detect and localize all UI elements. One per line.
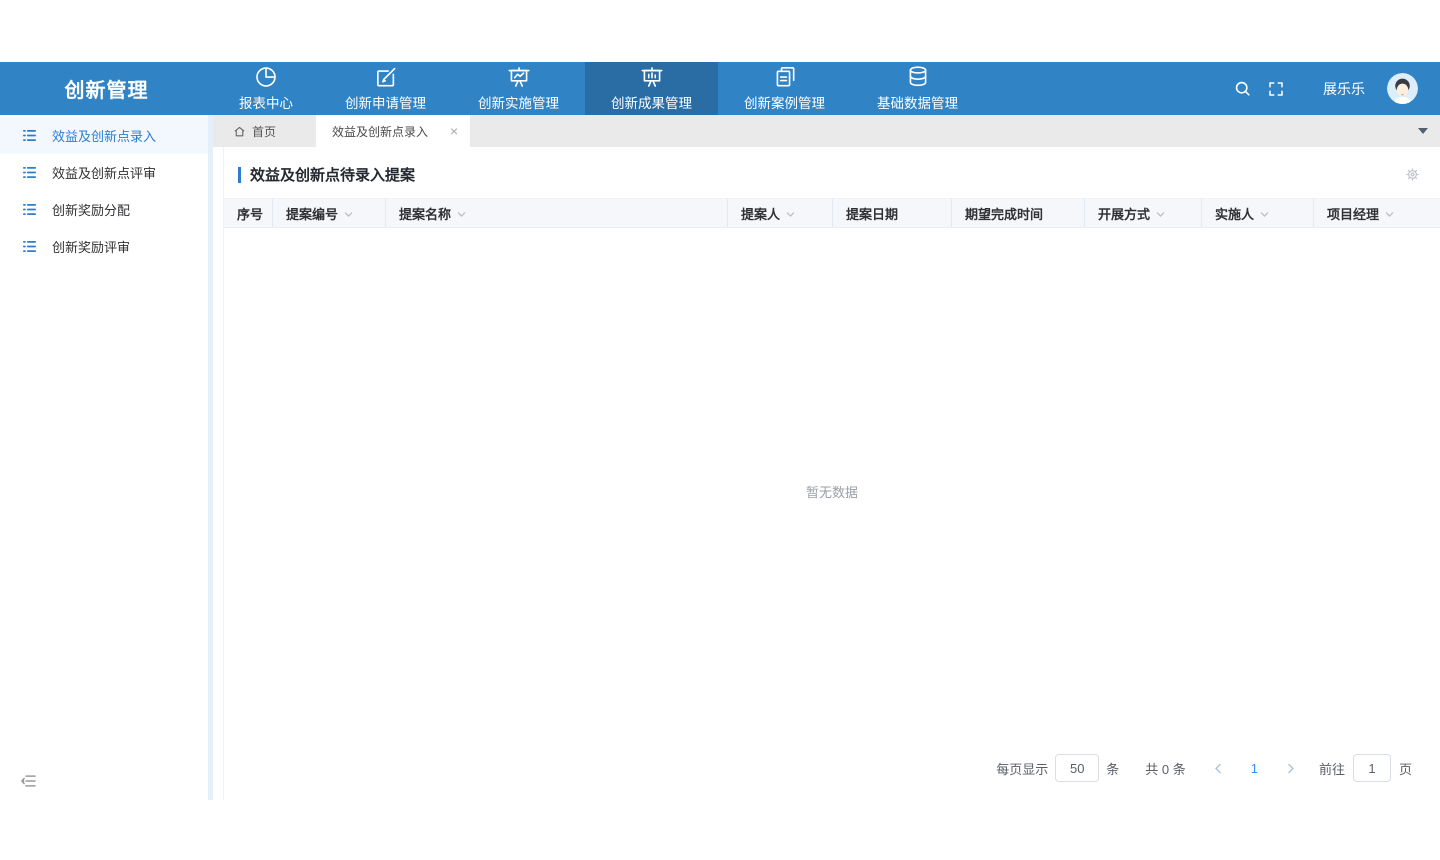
topnav-item-label: 报表中心 xyxy=(239,92,293,112)
topnav-item[interactable]: 创新申请管理 xyxy=(319,62,452,115)
workspace: 效益及创新点录入 效益及创新点评审 创新奖励分配 创新奖励评审 xyxy=(0,115,1440,800)
column-header[interactable]: 实施人 xyxy=(1202,199,1314,227)
sidebar-menu: 效益及创新点录入 效益及创新点评审 创新奖励分配 创新奖励评审 xyxy=(0,117,208,265)
column-header-label: 提案编号 xyxy=(286,204,338,223)
current-user-name[interactable]: 展乐乐 xyxy=(1323,79,1365,99)
page-size-unit: 条 xyxy=(1106,759,1119,778)
column-header[interactable]: 序号 xyxy=(224,199,273,227)
goto-page-input[interactable] xyxy=(1353,754,1391,782)
table-header-row: 序号 提案编号 提案名称 提案人 提案日期 期望完成时间 开展方式 实施人 xyxy=(224,198,1440,228)
list-icon xyxy=(21,238,38,255)
panel-title-row: 效益及创新点待录入提案 xyxy=(224,147,1440,194)
column-header[interactable]: 提案人 xyxy=(728,199,833,227)
search-icon[interactable] xyxy=(1233,79,1253,99)
topbar-right-area: 展乐乐 xyxy=(1219,62,1440,115)
sort-caret-icon xyxy=(1384,209,1395,220)
sort-caret-icon xyxy=(343,209,354,220)
column-header[interactable]: 提案名称 xyxy=(386,199,728,227)
documents-icon xyxy=(772,64,798,90)
sort-caret-icon xyxy=(785,209,796,220)
edit-icon xyxy=(373,64,399,90)
tab-bar: 首页 效益及创新点录入 × xyxy=(213,115,1440,147)
app-window: 创新管理 报表中心 创新申请管理 创新实施管理 创新成果管理 创新案例管理 基础… xyxy=(0,62,1440,800)
list-icon xyxy=(21,164,38,181)
total-count-label: 共 0 条 xyxy=(1145,759,1185,778)
fullscreen-icon[interactable] xyxy=(1267,79,1287,99)
presentation-board-icon xyxy=(639,64,665,90)
top-navigation-bar: 创新管理 报表中心 创新申请管理 创新实施管理 创新成果管理 创新案例管理 基础… xyxy=(0,62,1440,115)
column-header[interactable]: 提案编号 xyxy=(273,199,386,227)
column-header-label: 序号 xyxy=(237,204,263,223)
title-accent-bar xyxy=(238,167,241,183)
column-header-label: 提案名称 xyxy=(399,204,451,223)
topnav-item[interactable]: 创新案例管理 xyxy=(718,62,851,115)
pagination: 每页显示 条 共 0 条 1 前往 页 xyxy=(224,754,1440,800)
sidebar-item-label: 效益及创新点录入 xyxy=(52,126,156,145)
gear-icon[interactable] xyxy=(1404,166,1422,184)
topnav-item-label: 创新申请管理 xyxy=(345,92,426,112)
top-menu: 报表中心 创新申请管理 创新实施管理 创新成果管理 创新案例管理 基础数据管理 xyxy=(213,62,984,115)
sidebar-item[interactable]: 创新奖励评审 xyxy=(0,228,208,265)
page-size-label: 每页显示 xyxy=(996,759,1048,778)
user-avatar[interactable] xyxy=(1387,73,1418,104)
empty-state-text: 暂无数据 xyxy=(806,482,858,501)
database-icon xyxy=(905,64,931,90)
topnav-item[interactable]: 创新成果管理 xyxy=(585,62,718,115)
home-icon xyxy=(233,125,246,138)
topnav-item-label: 基础数据管理 xyxy=(877,92,958,112)
goto-page-unit: 页 xyxy=(1399,759,1412,778)
column-header[interactable]: 提案日期 xyxy=(833,199,952,227)
sidebar-item[interactable]: 效益及创新点评审 xyxy=(0,154,208,191)
sidebar-item[interactable]: 效益及创新点录入 xyxy=(0,117,208,154)
sort-caret-icon xyxy=(1259,209,1270,220)
column-header-label: 项目经理 xyxy=(1327,204,1379,223)
tab-close-icon[interactable]: × xyxy=(450,124,458,138)
list-icon xyxy=(21,201,38,218)
column-header-label: 提案日期 xyxy=(846,204,898,223)
column-header-label: 实施人 xyxy=(1215,204,1254,223)
page-number-current[interactable]: 1 xyxy=(1251,761,1258,776)
topnav-item[interactable]: 报表中心 xyxy=(213,62,319,115)
topnav-item[interactable]: 创新实施管理 xyxy=(452,62,585,115)
sidebar-item-label: 创新奖励评审 xyxy=(52,237,130,256)
open-tab-label: 效益及创新点录入 xyxy=(332,123,428,140)
breadcrumb-home-label: 首页 xyxy=(252,123,276,140)
goto-page-label: 前往 xyxy=(1319,759,1345,778)
list-icon xyxy=(21,127,38,144)
sort-caret-icon xyxy=(1155,209,1166,220)
sidebar-item[interactable]: 创新奖励分配 xyxy=(0,191,208,228)
column-header[interactable]: 期望完成时间 xyxy=(952,199,1085,227)
column-header[interactable]: 开展方式 xyxy=(1085,199,1202,227)
app-title: 创新管理 xyxy=(0,62,213,115)
sidebar: 效益及创新点录入 效益及创新点评审 创新奖励分配 创新奖励评审 xyxy=(0,115,213,800)
presentation-chart-icon xyxy=(506,64,532,90)
next-page-icon[interactable] xyxy=(1284,762,1297,775)
topnav-item-label: 创新实施管理 xyxy=(478,92,559,112)
page-size-input[interactable] xyxy=(1055,754,1099,782)
column-header-label: 期望完成时间 xyxy=(965,204,1043,223)
column-header-label: 开展方式 xyxy=(1098,204,1150,223)
column-header[interactable]: 项目经理 xyxy=(1314,199,1440,227)
collapse-sidebar-icon[interactable] xyxy=(20,772,40,792)
content-panel: 效益及创新点待录入提案 序号 提案编号 提案名称 xyxy=(223,147,1440,800)
topnav-item-label: 创新案例管理 xyxy=(744,92,825,112)
table-empty-zone: 暂无数据 xyxy=(224,228,1440,754)
topnav-item[interactable]: 基础数据管理 xyxy=(851,62,984,115)
open-tab[interactable]: 效益及创新点录入 × xyxy=(316,115,470,147)
prev-page-icon[interactable] xyxy=(1212,762,1225,775)
page-title: 效益及创新点待录入提案 xyxy=(250,164,415,185)
sidebar-item-label: 创新奖励分配 xyxy=(52,200,130,219)
tab-list-dropdown-icon[interactable] xyxy=(1418,128,1428,134)
sort-caret-icon xyxy=(456,209,467,220)
sidebar-item-label: 效益及创新点评审 xyxy=(52,163,156,182)
pie-chart-icon xyxy=(253,64,279,90)
breadcrumb-home[interactable]: 首页 xyxy=(213,115,292,147)
topnav-item-label: 创新成果管理 xyxy=(611,92,692,112)
main-area: 首页 效益及创新点录入 × 效益及创新点待录入提案 xyxy=(213,115,1440,800)
column-header-label: 提案人 xyxy=(741,204,780,223)
